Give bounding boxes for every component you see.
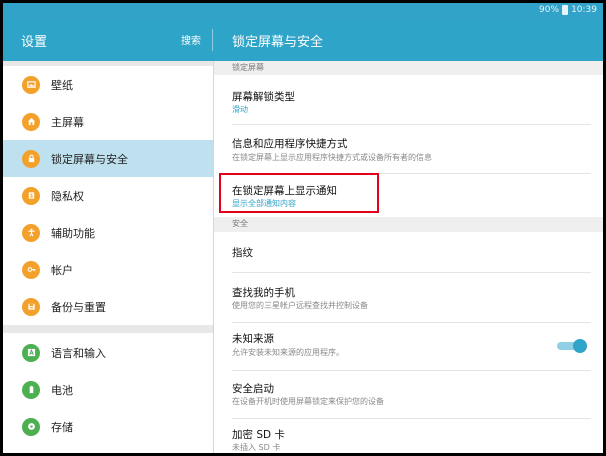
row-subtitle: 未插入 SD 卡	[232, 443, 281, 452]
row-title: 指纹	[232, 247, 253, 259]
row-secure-startup[interactable]: 安全启动 在设备开机时使用屏幕锁定来保护您的设备	[214, 371, 603, 418]
row-title: 安全启动	[232, 383, 274, 395]
sidebar-item-label: 存储	[51, 420, 73, 434]
row-fingerprint[interactable]: 指纹	[214, 232, 603, 272]
sidebar-item-label: 帐户	[51, 263, 73, 277]
settings-pane: 锁定屏幕 屏幕解锁类型 滑动 信息和应用程序快捷方式 在锁定屏幕上显示应用程序快…	[214, 61, 603, 453]
row-subtitle: 在锁定屏幕上显示应用程序快捷方式或设备所有者的信息	[232, 153, 432, 162]
sidebar-item-label: 备份与重置	[51, 300, 106, 314]
row-info-app-shortcuts[interactable]: 信息和应用程序快捷方式 在锁定屏幕上显示应用程序快捷方式或设备所有者的信息	[214, 125, 603, 173]
privacy-icon	[22, 186, 40, 205]
app-bar: 设置 搜索 锁定屏幕与安全	[3, 19, 603, 61]
storage-icon	[22, 417, 40, 436]
clock: 10:39	[571, 5, 597, 15]
row-subtitle: 在设备开机时使用屏幕锁定来保护您的设备	[232, 397, 384, 406]
highlight-annotation	[219, 173, 379, 213]
home-icon	[22, 112, 40, 131]
page-title: 锁定屏幕与安全	[232, 35, 324, 50]
app-title: 设置	[21, 35, 48, 50]
sidebar-group-divider	[3, 325, 213, 333]
sidebar-item-storage[interactable]: 存储	[3, 408, 213, 445]
sidebar-item-backup-reset[interactable]: 备份与重置	[3, 288, 213, 325]
row-subtitle: 滑动	[232, 105, 248, 114]
sidebar-item-label: 主屏幕	[51, 115, 84, 129]
sidebar-item-wallpaper[interactable]: 壁纸	[3, 66, 213, 103]
unknown-sources-toggle[interactable]	[557, 339, 587, 353]
row-title: 查找我的手机	[232, 287, 295, 299]
sidebar: 壁纸 主屏幕 锁定屏幕与安全 隐私权 辅助功能 帐户 备份与重置 语言和输入 电…	[3, 61, 213, 453]
sidebar-item-label: 电池	[51, 383, 73, 397]
sidebar-item-label: 隐私权	[51, 189, 84, 203]
section-header-lock-screen: 锁定屏幕	[214, 61, 603, 75]
search-button[interactable]: 搜索	[181, 32, 201, 47]
row-title: 屏幕解锁类型	[232, 91, 295, 103]
sidebar-item-label: 语言和输入	[51, 346, 106, 360]
key-icon	[22, 260, 40, 279]
sidebar-item-label: 锁定屏幕与安全	[51, 152, 128, 166]
row-screen-unlock-type[interactable]: 屏幕解锁类型 滑动	[214, 75, 603, 124]
section-header-label: 安全	[232, 219, 248, 228]
language-icon	[22, 343, 40, 362]
sidebar-item-home-screen[interactable]: 主屏幕	[3, 103, 213, 140]
app-bar-divider	[212, 29, 213, 51]
sidebar-item-language-input[interactable]: 语言和输入	[3, 334, 213, 371]
wallpaper-icon	[22, 75, 40, 94]
section-header-label: 锁定屏幕	[232, 63, 264, 72]
sidebar-item-accounts[interactable]: 帐户	[3, 251, 213, 288]
row-title: 加密 SD 卡	[232, 429, 285, 441]
row-subtitle: 使用您的三星帐户远程查找并控制设备	[232, 301, 368, 310]
lock-icon	[22, 149, 40, 168]
sidebar-item-accessibility[interactable]: 辅助功能	[3, 214, 213, 251]
section-header-security: 安全	[214, 217, 603, 232]
status-bar: 90% 10:39	[3, 3, 603, 19]
row-find-my-mobile[interactable]: 查找我的手机 使用您的三星帐户远程查找并控制设备	[214, 273, 603, 322]
accessibility-icon	[22, 223, 40, 242]
sidebar-item-label: 辅助功能	[51, 226, 95, 240]
status-indicators: 90% 10:39	[539, 5, 597, 15]
backup-icon	[22, 297, 40, 316]
row-title: 信息和应用程序快捷方式	[232, 138, 348, 150]
row-unknown-sources[interactable]: 未知来源 允许安装未知来源的应用程序。	[214, 323, 603, 370]
battery-percent: 90%	[539, 5, 560, 15]
row-encrypt-sd-card[interactable]: 加密 SD 卡 未插入 SD 卡	[214, 419, 603, 453]
battery-icon	[22, 380, 40, 399]
screen: 90% 10:39 设置 搜索 锁定屏幕与安全 壁纸 主屏幕 锁定屏幕与安全 隐…	[3, 3, 603, 453]
sidebar-item-lock-screen-security[interactable]: 锁定屏幕与安全	[3, 140, 213, 177]
sidebar-item-battery[interactable]: 电池	[3, 371, 213, 408]
sidebar-item-label: 壁纸	[51, 78, 73, 92]
battery-icon	[562, 5, 569, 15]
row-title: 未知来源	[232, 333, 274, 345]
toggle-knob	[573, 339, 587, 353]
row-subtitle: 允许安装未知来源的应用程序。	[232, 348, 344, 357]
sidebar-item-privacy[interactable]: 隐私权	[3, 177, 213, 214]
